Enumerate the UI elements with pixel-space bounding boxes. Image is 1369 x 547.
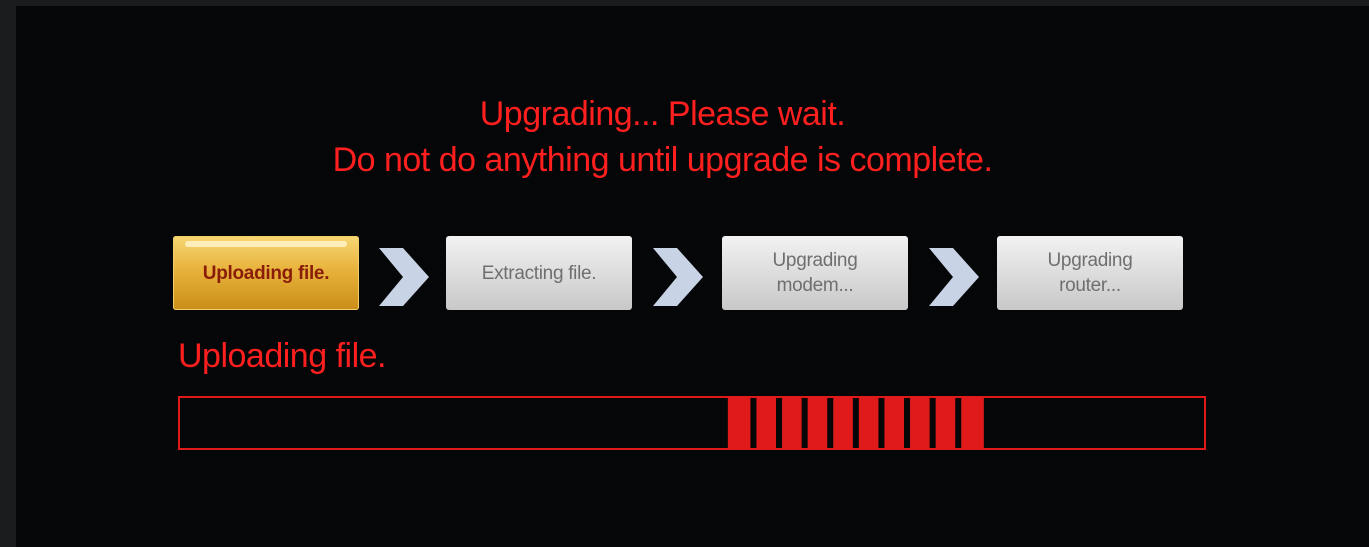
step-upgrading-router: Upgrading router...	[997, 236, 1183, 310]
progress-stripe-gap	[852, 398, 859, 448]
step-extracting-file: Extracting file.	[446, 236, 632, 310]
chevron-right-icon	[929, 248, 979, 306]
upgrade-panel: Upgrading... Please wait. Do not do anyt…	[16, 6, 1369, 547]
progress-stripe-gap	[904, 398, 911, 448]
progress-stripe-gap	[801, 398, 808, 448]
progress-stripe-gap	[750, 398, 757, 448]
progress-stripes	[727, 398, 984, 448]
step-label: Upgrading modem...	[772, 250, 858, 296]
window-frame: Upgrading... Please wait. Do not do anyt…	[0, 0, 1369, 547]
progress-stripe-gap	[929, 398, 936, 448]
progress-bar	[178, 396, 1206, 450]
chevron-right-icon	[379, 248, 429, 306]
status-text: Uploading file.	[178, 337, 386, 375]
chevron-right-icon	[653, 248, 703, 306]
step-label: Uploading file.	[202, 262, 330, 284]
step-label: Upgrading router...	[1047, 250, 1133, 296]
progress-stripe-gap	[878, 398, 885, 448]
warning-line-1: Upgrading... Please wait.	[479, 95, 846, 133]
progress-stripe-gap	[776, 398, 783, 448]
progress-stripe-gap	[955, 398, 962, 448]
step-upgrading-modem: Upgrading modem...	[722, 236, 908, 310]
warning-line-2: Do not do anything until upgrade is comp…	[332, 141, 993, 179]
step-label: Extracting file.	[481, 262, 597, 284]
progress-stripe-gap	[827, 398, 834, 448]
step-uploading-file: Uploading file.	[173, 236, 359, 310]
